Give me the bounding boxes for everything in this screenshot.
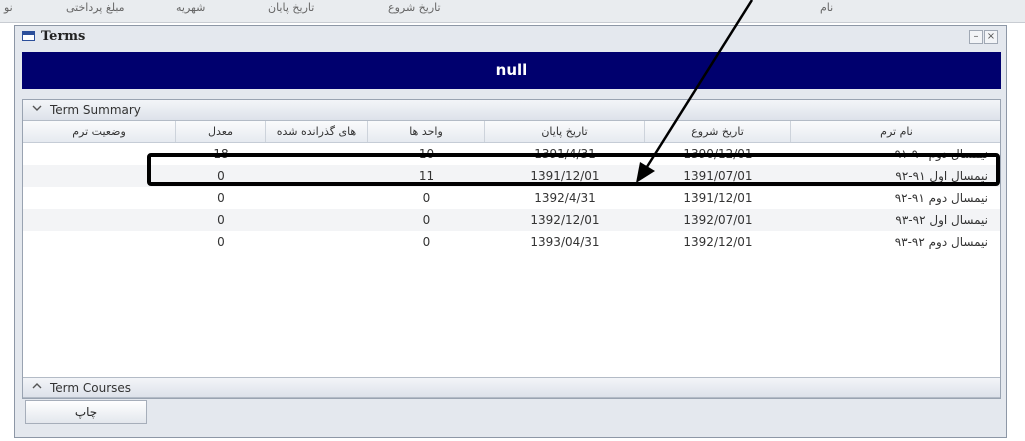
close-button[interactable]: ×: [984, 30, 998, 44]
column-header-start-date[interactable]: تاریخ شروع: [645, 121, 791, 142]
gpa-cell: 0: [217, 169, 225, 183]
dialog-title: Terms: [41, 29, 86, 44]
chevron-down-icon[interactable]: [32, 103, 42, 116]
end-date-cell: 1391/4/31: [534, 147, 596, 161]
gpa-cell: 0: [217, 235, 225, 249]
bg-header-cell: تاریخ شروع: [388, 1, 441, 14]
units-cell: 0: [422, 235, 431, 249]
print-button[interactable]: چاپ: [25, 400, 147, 424]
term-courses-title: Term Courses: [50, 381, 132, 395]
passed-units-cell: [266, 143, 368, 165]
start-date-cell: 1391/12/01: [683, 191, 753, 205]
term-summary-grid: وضعیت ترم معدل های گذرانده شده واحد ها ت…: [23, 121, 1000, 376]
term-name-cell: نیمسال دوم ۹۰-۹۱: [894, 147, 988, 161]
column-header-term-name[interactable]: نام ترم: [791, 121, 1002, 142]
units-cell: 10: [418, 147, 435, 161]
minimize-button[interactable]: –: [969, 30, 983, 44]
passed-units-cell: [266, 165, 368, 187]
status-cell: [23, 165, 176, 187]
gpa-cell: 0: [217, 213, 225, 227]
start-date-cell: 1392/07/01: [683, 213, 753, 227]
table-row[interactable]: 0 0 1392/4/31 1391/12/01 نیمسال دوم ۹۱-۹…: [23, 187, 1000, 209]
grid-header-row: وضعیت ترم معدل های گذرانده شده واحد ها ت…: [23, 121, 1000, 143]
student-name-banner: null: [22, 52, 1001, 89]
chevron-up-icon[interactable]: [32, 381, 42, 394]
bg-header-cell: نام: [820, 1, 834, 14]
end-date-cell: 1393/04/31: [530, 235, 600, 249]
term-courses-header[interactable]: Term Courses: [23, 377, 1000, 398]
status-cell: [23, 143, 176, 165]
column-header-units[interactable]: واحد ها: [368, 121, 485, 142]
bg-header-cell: تاریخ پایان: [268, 1, 315, 14]
units-cell: 0: [422, 213, 431, 227]
table-row[interactable]: 18 10 1391/4/31 1390/12/01 نیمسال دوم ۹۰…: [23, 143, 1000, 165]
term-name-cell: نیمسال اول ۹۲-۹۳: [895, 213, 988, 227]
term-name-cell: نیمسال دوم ۹۲-۹۳: [894, 235, 988, 249]
column-header-passed-units[interactable]: های گذرانده شده: [266, 121, 368, 142]
bg-header-cell: مبلغ پرداختی: [66, 1, 125, 14]
end-date-cell: 1391/12/01: [530, 169, 600, 183]
dialog-titlebar[interactable]: Terms – ×: [15, 26, 1006, 48]
table-row[interactable]: 0 11 1391/12/01 1391/07/01 نیمسال اول ۹۱…: [23, 165, 1000, 187]
window-icon: [22, 31, 35, 41]
end-date-cell: 1392/4/31: [534, 191, 596, 205]
gpa-cell: 18: [213, 147, 229, 161]
passed-units-cell: [266, 209, 368, 231]
status-cell: [23, 231, 176, 253]
column-header-status[interactable]: وضعیت ترم: [23, 121, 176, 142]
table-row[interactable]: 0 0 1393/04/31 1392/12/01 نیمسال دوم ۹۲-…: [23, 231, 1000, 253]
units-cell: 0: [422, 191, 431, 205]
table-row[interactable]: 0 0 1392/12/01 1392/07/01 نیمسال اول ۹۲-…: [23, 209, 1000, 231]
terms-dialog: Terms – × null Term Summary وضعیت ترم مع…: [14, 25, 1007, 438]
start-date-cell: 1390/12/01: [683, 147, 753, 161]
start-date-cell: 1391/07/01: [683, 169, 753, 183]
start-date-cell: 1392/12/01: [683, 235, 753, 249]
term-summary-title: Term Summary: [50, 103, 141, 117]
column-header-gpa[interactable]: معدل: [176, 121, 266, 142]
dialog-content: Term Summary وضعیت ترم معدل های گذرانده …: [22, 99, 1001, 399]
bg-header-cell: نو: [4, 1, 13, 14]
units-cell: 11: [418, 169, 435, 183]
term-summary-header[interactable]: Term Summary: [23, 100, 1000, 121]
column-header-end-date[interactable]: تاریخ پایان: [485, 121, 645, 142]
status-cell: [23, 187, 176, 209]
term-name-cell: نیمسال دوم ۹۱-۹۲: [894, 191, 988, 205]
passed-units-cell: [266, 231, 368, 253]
end-date-cell: 1392/12/01: [530, 213, 600, 227]
passed-units-cell: [266, 187, 368, 209]
term-name-cell: نیمسال اول ۹۱-۹۲: [895, 169, 988, 183]
status-cell: [23, 209, 176, 231]
bg-header-cell: شهریه: [176, 1, 206, 14]
background-grid-header: نو مبلغ پرداختی شهریه تاریخ پایان تاریخ …: [0, 0, 1025, 23]
gpa-cell: 0: [217, 191, 225, 205]
